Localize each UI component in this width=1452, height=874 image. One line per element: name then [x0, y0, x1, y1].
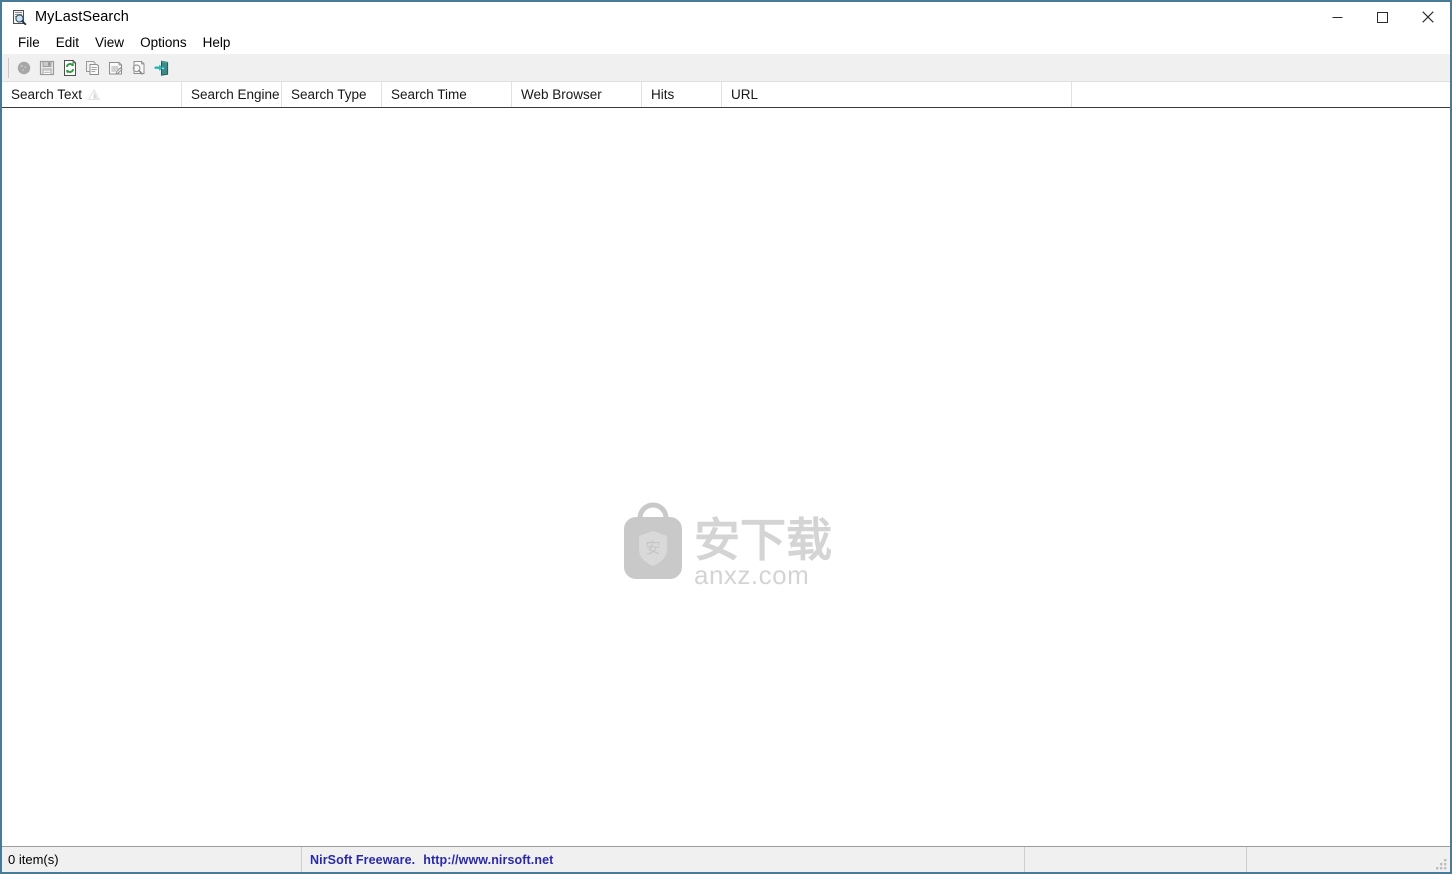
window-title: MyLastSearch — [35, 9, 129, 25]
exit-door-icon[interactable] — [151, 57, 173, 79]
watermark-anxz: 安 安下载 anxz.com — [616, 500, 838, 590]
menu-item-edit[interactable]: Edit — [48, 33, 87, 53]
html-report-icon[interactable] — [128, 57, 150, 79]
column-header-label: Search Type — [291, 87, 367, 102]
maximize-button[interactable] — [1360, 2, 1405, 32]
column-header-label: Search Engine — [191, 87, 280, 102]
column-header-label: Search Text — [11, 87, 83, 102]
stop-circle-icon[interactable] — [13, 57, 35, 79]
application-window: MyLastSearch File Edit View Options Help… — [0, 0, 1452, 874]
status-credit-text: NirSoft Freeware. — [310, 852, 416, 867]
menu-bar: File Edit View Options Help — [2, 32, 1450, 54]
status-bar: 0 item(s) NirSoft Freeware. http://www.n… — [2, 846, 1450, 872]
svg-text:安下载: 安下载 — [694, 513, 832, 567]
menu-item-view[interactable]: View — [87, 33, 132, 53]
column-header-filler — [1072, 82, 1450, 107]
copy-pages-icon[interactable] — [82, 57, 104, 79]
column-header-search-type[interactable]: Search Type — [282, 82, 382, 107]
column-header-web-browser[interactable]: Web Browser — [512, 82, 642, 107]
minimize-button[interactable] — [1315, 2, 1360, 32]
menu-item-help[interactable]: Help — [195, 33, 239, 53]
title-bar: MyLastSearch — [2, 2, 1450, 32]
svg-text:anxz.com: anxz.com — [694, 560, 809, 590]
column-header-hits[interactable]: Hits — [642, 82, 722, 107]
window-controls — [1315, 2, 1450, 32]
resize-grip-icon[interactable] — [1435, 858, 1448, 871]
column-header-label: Hits — [651, 87, 675, 102]
status-credit-pane[interactable]: NirSoft Freeware. http://www.nirsoft.net — [302, 847, 1025, 872]
search-results-list[interactable]: 安 安下载 anxz.com — [2, 108, 1450, 846]
status-pane-3 — [1025, 847, 1247, 872]
floppy-disk-icon[interactable] — [36, 57, 58, 79]
close-button[interactable] — [1405, 2, 1450, 32]
column-header-label: Web Browser — [521, 87, 602, 102]
svg-text:安: 安 — [645, 539, 660, 557]
toolbar-separator — [8, 57, 9, 78]
list-column-header: Search Text Search Engine Search Type Se… — [2, 82, 1450, 108]
menu-item-options[interactable]: Options — [132, 33, 195, 53]
properties-page-icon[interactable] — [105, 57, 127, 79]
column-header-search-engine[interactable]: Search Engine — [182, 82, 282, 107]
toolbar — [2, 54, 1450, 82]
column-header-label: URL — [731, 87, 759, 102]
column-header-search-text[interactable]: Search Text — [2, 82, 182, 107]
column-header-url[interactable]: URL — [722, 82, 1072, 107]
menu-item-file[interactable]: File — [10, 33, 48, 53]
app-search-document-icon — [11, 9, 27, 26]
column-header-label: Search Time — [391, 87, 467, 102]
status-pane-4 — [1247, 847, 1450, 872]
sort-ascending-icon — [88, 89, 100, 100]
refresh-page-icon[interactable] — [59, 57, 81, 79]
column-header-search-time[interactable]: Search Time — [382, 82, 512, 107]
status-item-count: 0 item(s) — [2, 847, 302, 872]
status-credit-link[interactable]: http://www.nirsoft.net — [423, 853, 553, 867]
